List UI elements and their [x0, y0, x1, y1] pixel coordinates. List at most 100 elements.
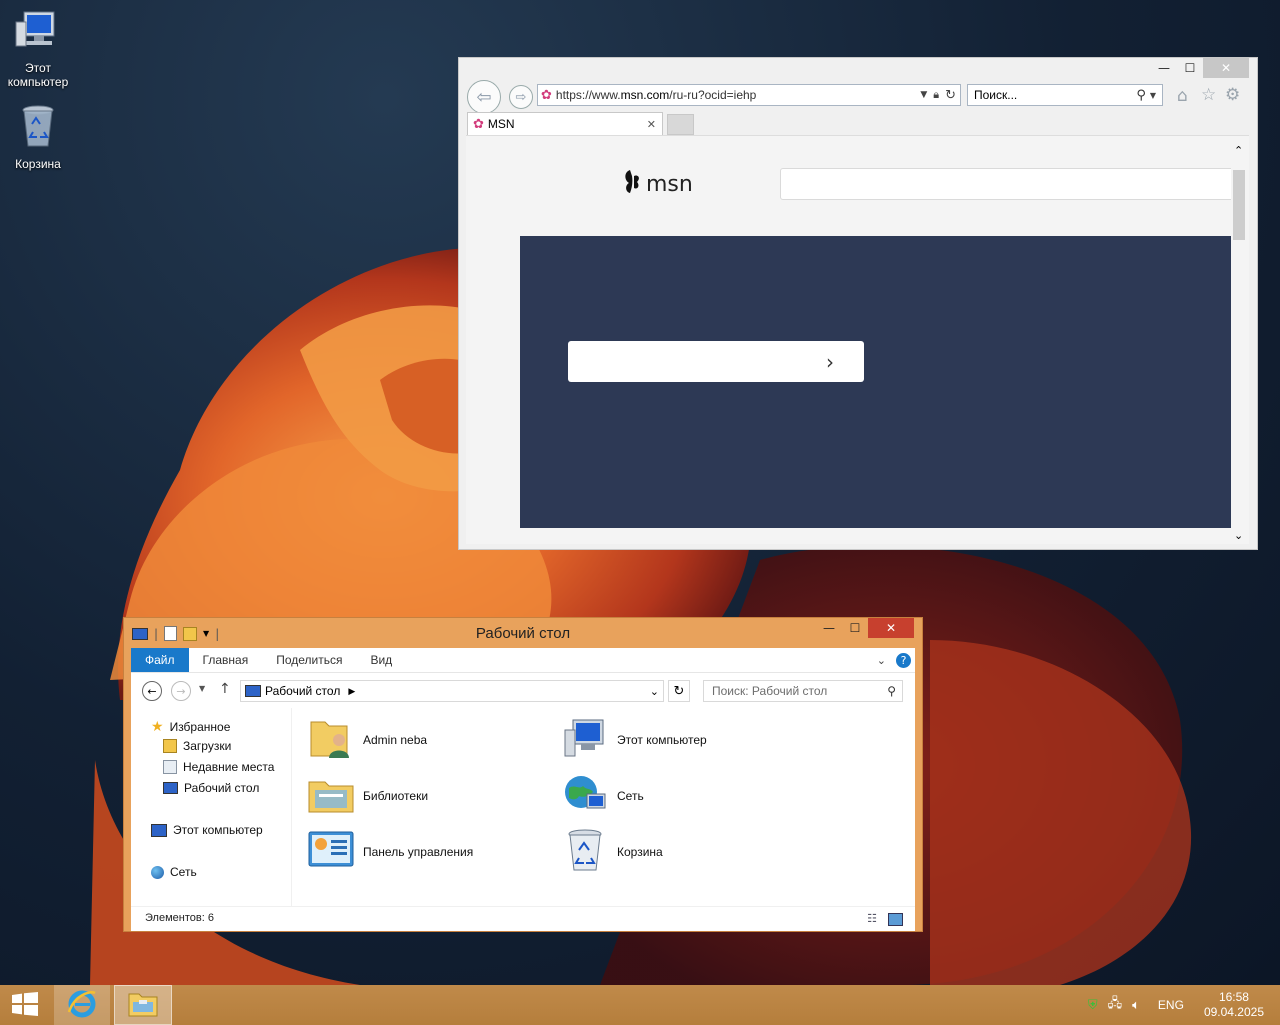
ribbon-tabs: Файл Главная Поделиться Вид ⌄ ? — [131, 648, 915, 672]
chevron-right-icon[interactable]: › — [826, 350, 834, 374]
forward-button[interactable]: ⇨ — [509, 85, 533, 109]
tab-view[interactable]: Вид — [356, 653, 406, 667]
msn-logo[interactable]: msn — [622, 168, 693, 200]
forward-button[interactable]: → — [171, 681, 191, 701]
close-button[interactable]: ✕ — [868, 618, 914, 638]
nav-item-network[interactable]: Сеть — [151, 865, 197, 879]
chevron-down-icon[interactable]: ⌄ — [650, 685, 659, 698]
internet-explorer-icon — [66, 988, 98, 1023]
language-indicator[interactable]: ENG — [1158, 998, 1184, 1012]
search-field[interactable]: Поиск: Рабочий стол ⚲ — [703, 680, 903, 702]
msn-banner: › — [520, 236, 1234, 528]
ie-tab-bar: ✿ MSN ✕ — [467, 112, 1249, 136]
favorites-star-icon[interactable]: ☆ — [1201, 85, 1216, 105]
lock-icon[interactable]: 🔒︎ — [933, 88, 939, 102]
dropdown-arrow-icon[interactable]: ▼ — [1150, 91, 1156, 100]
back-button[interactable]: ⇦ — [467, 80, 501, 114]
explorer-window-controls: — ☐ ✕ — [816, 618, 914, 640]
expand-ribbon-icon[interactable]: ⌄ — [877, 654, 886, 667]
nav-item-computer[interactable]: Этот компьютер — [151, 823, 263, 837]
ie-window[interactable]: — ☐ ✕ ⇦ ⇨ ✿ https://www.msn.com/ru-ru?oc… — [458, 57, 1258, 550]
tab-home[interactable]: Главная — [189, 653, 263, 667]
address-bar[interactable]: ✿ https://www.msn.com/ru-ru?ocid=iehp ▼ … — [537, 84, 961, 106]
ie-window-controls: — ☐ ✕ — [1151, 58, 1249, 80]
recent-locations-icon[interactable]: ▼ — [199, 684, 205, 693]
home-icon[interactable]: ⌂ — [1177, 86, 1188, 106]
scroll-down-icon[interactable]: ⌄ — [1234, 529, 1243, 542]
search-input[interactable]: Поиск: Рабочий стол — [712, 684, 887, 698]
list-item-user-folder[interactable]: Admin neba — [307, 714, 427, 765]
tab-share[interactable]: Поделиться — [262, 653, 356, 667]
clock[interactable]: 16:58 09.04.2025 — [1204, 990, 1264, 1020]
item-label: Панель управления — [363, 844, 474, 859]
nav-label: Загрузки — [183, 739, 232, 753]
explorer-window[interactable]: | ▼ | Рабочий стол — ☐ ✕ Файл Главная По… — [123, 617, 923, 932]
search-icon[interactable]: ⚲ — [887, 684, 896, 698]
list-item-this-pc[interactable]: Этот компьютер — [561, 714, 707, 765]
window-title: Рабочий стол — [475, 625, 571, 642]
status-bar: Элементов: 6 ☷ — [131, 906, 915, 931]
search-box[interactable]: Поиск... ⚲ ▼ — [967, 84, 1163, 106]
settings-gear-icon[interactable]: ⚙ — [1225, 85, 1240, 105]
maximize-button[interactable]: ☐ — [842, 618, 868, 638]
nav-item-downloads[interactable]: Загрузки — [163, 739, 231, 753]
tab-msn[interactable]: ✿ MSN ✕ — [467, 112, 663, 135]
list-item-network[interactable]: Сеть — [561, 770, 644, 821]
libraries-icon — [307, 770, 355, 821]
dropdown-arrow-icon[interactable]: ▼ — [920, 90, 927, 100]
desktop-icon-computer[interactable]: Этот компьютер — [0, 8, 76, 89]
up-arrow-icon[interactable]: ↑ — [219, 681, 231, 697]
nav-item-desktop[interactable]: Рабочий стол — [163, 781, 259, 795]
volume-icon[interactable]: 🔈︎ — [1132, 997, 1140, 1013]
star-icon: ★ — [151, 718, 164, 734]
search-input[interactable]: Поиск... — [974, 88, 1136, 102]
control-panel-icon — [307, 826, 355, 877]
item-count: Элементов: 6 — [145, 912, 214, 924]
tab-file[interactable]: Файл — [131, 648, 189, 672]
list-item-control-panel[interactable]: Панель управления — [307, 826, 473, 877]
tab-close-icon[interactable]: ✕ — [647, 118, 656, 131]
item-label: Сеть — [617, 788, 644, 803]
refresh-icon[interactable]: ↻ — [945, 88, 956, 103]
msn-favicon: ✿ — [473, 116, 484, 131]
breadcrumb-item[interactable]: Рабочий стол — [265, 684, 340, 698]
ie-navigation-bar: ⇦ ⇨ ✿ https://www.msn.com/ru-ru?ocid=ieh… — [467, 80, 1249, 114]
navigation-pane: ★ Избранное Загрузки Недавние места Рабо… — [131, 708, 292, 906]
taskbar-internet-explorer[interactable] — [54, 985, 110, 1025]
scroll-thumb[interactable] — [1233, 170, 1245, 240]
scroll-up-icon[interactable]: ⌃ — [1234, 144, 1243, 157]
explorer-titlebar[interactable]: | ▼ | Рабочий стол — ☐ ✕ — [124, 618, 922, 648]
msn-search-input[interactable] — [780, 168, 1236, 200]
breadcrumb[interactable]: Рабочий стол ▶ ⌄ — [240, 680, 664, 702]
network-tray-icon[interactable]: 🖧︎ — [1108, 994, 1123, 1016]
action-center-icon[interactable]: ⛨ — [1088, 997, 1098, 1013]
item-label: Admin neba — [363, 732, 428, 747]
help-icon[interactable]: ? — [896, 652, 911, 668]
nav-label: Сеть — [170, 865, 197, 879]
minimize-button[interactable]: — — [816, 618, 842, 638]
minimize-button[interactable]: — — [1151, 58, 1177, 78]
clock-date: 09.04.2025 — [1203, 1005, 1264, 1019]
details-view-icon[interactable]: ☷ — [867, 912, 877, 925]
start-button[interactable] — [0, 985, 50, 1025]
vertical-scrollbar[interactable]: ⌃ ⌄ — [1231, 136, 1249, 544]
address-url[interactable]: https://www.msn.com/ru-ru?ocid=iehp — [556, 88, 920, 102]
desktop-icon-label: Этот — [25, 61, 51, 75]
refresh-button[interactable]: ↻ — [668, 680, 690, 702]
banner-input[interactable]: › — [568, 341, 864, 382]
chevron-right-icon[interactable]: ▶ — [348, 686, 355, 697]
taskbar-file-explorer[interactable] — [114, 985, 172, 1025]
desktop-icon-recycle-bin[interactable]: Корзина — [0, 104, 76, 171]
nav-item-recent[interactable]: Недавние места — [163, 760, 274, 774]
list-item-libraries[interactable]: Библиотеки — [307, 770, 428, 821]
nav-item-favorites[interactable]: ★ Избранное — [151, 718, 230, 735]
close-button[interactable]: ✕ — [1203, 58, 1249, 78]
list-item-recycle-bin[interactable]: Корзина — [561, 826, 663, 877]
network-icon — [151, 865, 164, 879]
large-icons-view-icon[interactable] — [888, 913, 903, 926]
explorer-body: ★ Избранное Загрузки Недавние места Рабо… — [131, 708, 915, 906]
back-button[interactable]: ← — [142, 681, 162, 701]
new-tab-button[interactable] — [667, 114, 694, 135]
search-icon[interactable]: ⚲ — [1136, 88, 1146, 103]
maximize-button[interactable]: ☐ — [1177, 58, 1203, 78]
